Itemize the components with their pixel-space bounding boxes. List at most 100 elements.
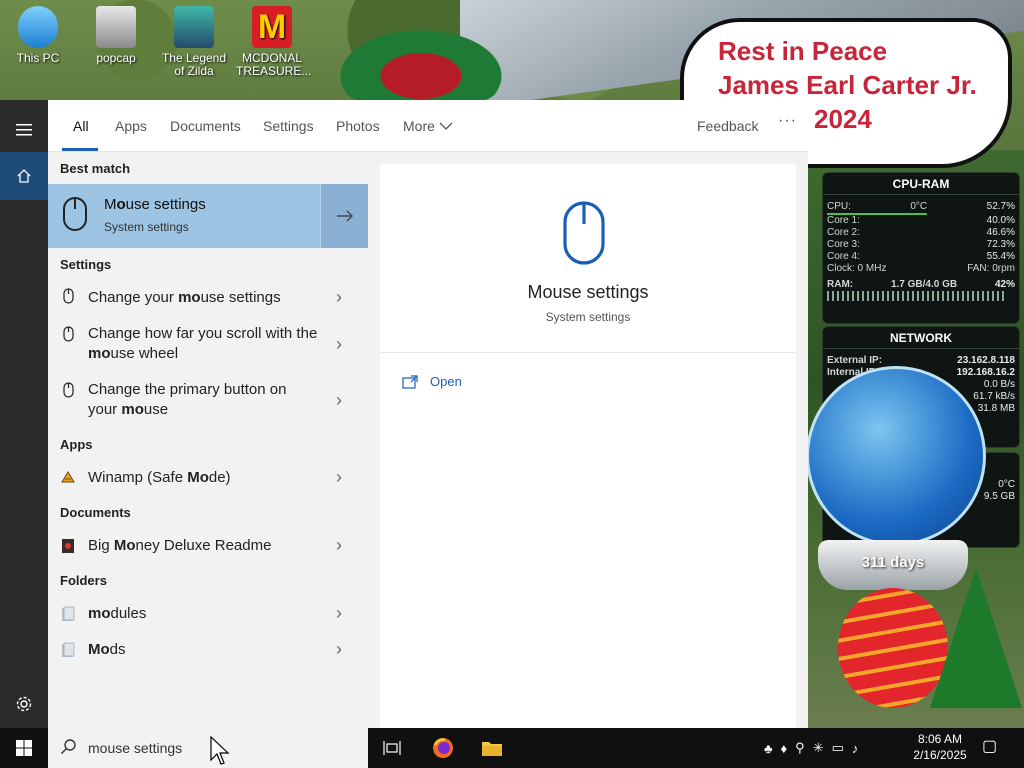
winamp-icon xyxy=(60,470,76,486)
volume-icon[interactable]: ♪ xyxy=(852,741,859,756)
core-label: Core 2: xyxy=(827,227,860,238)
firefox-taskbar-button[interactable] xyxy=(428,728,458,768)
folders-header: Folders xyxy=(60,573,107,588)
open-details-button[interactable] xyxy=(320,184,368,248)
search-query: mouse settings xyxy=(88,740,183,756)
label-match: Mo xyxy=(88,641,110,658)
tab-all[interactable]: All xyxy=(73,118,89,134)
search-panel: All Apps Documents Settings Photos More … xyxy=(48,100,808,728)
label-part: Winamp (Safe xyxy=(88,469,188,486)
fan-label: FAN: 0rpm xyxy=(967,263,1015,274)
list-item[interactable]: Change the primary button on your mouse … xyxy=(48,380,368,420)
cpu-label: CPU: xyxy=(827,201,851,212)
label-part: Change how far you scroll with the xyxy=(88,325,318,342)
internal-ip-value: 192.168.16.2 xyxy=(956,367,1015,378)
cpu-value: 52.7% xyxy=(986,201,1015,212)
external-ip-label: External IP: xyxy=(827,355,883,366)
network-title: NETWORK xyxy=(823,327,1019,349)
clock-date: 2/16/2025 xyxy=(913,748,967,762)
search-input[interactable]: mouse settings xyxy=(48,728,368,768)
home-button[interactable] xyxy=(0,152,48,200)
hamburger-icon xyxy=(16,124,32,136)
firefox-icon xyxy=(433,738,453,758)
people-icon[interactable]: ♣ xyxy=(764,741,773,756)
folder-icon xyxy=(482,742,502,756)
result-label: Change how far you scroll with the mouse… xyxy=(88,324,318,364)
upload-rate: 61.7 kB/s xyxy=(973,391,1015,402)
home-icon xyxy=(17,169,31,183)
tab-apps[interactable]: Apps xyxy=(115,118,147,134)
chevron-right-icon: › xyxy=(336,287,342,307)
label-part: use settings xyxy=(200,289,281,306)
gear-icon xyxy=(16,696,32,712)
hamburger-menu-button[interactable] xyxy=(0,106,48,154)
list-item[interactable]: Change your mouse settings › xyxy=(48,287,368,308)
mouse-icon xyxy=(60,382,76,398)
result-label: Change your mouse settings xyxy=(88,288,318,308)
apps-header: Apps xyxy=(60,437,93,452)
file-explorer-button[interactable] xyxy=(478,728,506,768)
mcdonalds-logo-icon: M xyxy=(252,6,292,48)
taskbar: mouse settings ♣ ♦ ⚲ ✳ ▭ ♪ 8:06 AM 2/16/… xyxy=(0,728,1024,768)
snowflake-icon[interactable]: ✳ xyxy=(813,740,824,756)
open-window-icon xyxy=(402,374,418,389)
desktop-icon-label: The Legend of Zilda xyxy=(161,51,227,78)
list-item[interactable]: Mods › xyxy=(48,639,368,660)
folder-shortcut-icon xyxy=(96,6,136,48)
tab-documents[interactable]: Documents xyxy=(170,118,241,134)
settings-header: Settings xyxy=(60,257,112,272)
clock[interactable]: 8:06 AM 2/16/2025 xyxy=(900,731,980,763)
list-item[interactable]: modules › xyxy=(48,603,368,624)
search-tool-icon[interactable]: ⚲ xyxy=(795,740,805,756)
christmas-tree-icon xyxy=(930,568,1022,708)
tab-photos[interactable]: Photos xyxy=(336,118,380,134)
desktop-icon-this-pc[interactable]: This PC xyxy=(2,6,74,65)
folder-icon xyxy=(60,606,76,622)
chevron-right-icon: › xyxy=(336,334,342,354)
title-match: o xyxy=(116,196,126,213)
desktop-icon-mcdonald-treasure[interactable]: M MCDONAL TREASURE... xyxy=(236,6,312,78)
tab-settings[interactable]: Settings xyxy=(263,118,314,134)
preview-pane: Mouse settings System settings Open xyxy=(380,164,796,728)
list-item[interactable]: Winamp (Safe Mode) › xyxy=(48,467,368,488)
tab-more[interactable]: More xyxy=(403,118,453,134)
core-value: 55.4% xyxy=(986,251,1015,262)
start-button[interactable] xyxy=(0,728,48,768)
cpu-ram-widget: CPU-RAM CPU: 0°C 52.7% Core 1: 40.0% Core 2… xyxy=(822,172,1020,324)
search-tabs: All Apps Documents Settings Photos More … xyxy=(48,100,808,152)
tab-more-label: More xyxy=(403,118,435,134)
result-label: Change the primary button on your mouse xyxy=(88,380,318,420)
desktop-icon-label: MCDONAL TREASURE... xyxy=(236,51,312,78)
mouse-icon xyxy=(60,326,76,342)
mouse-icon xyxy=(60,288,76,304)
task-view-button[interactable] xyxy=(378,728,406,768)
more-options-button[interactable]: ··· xyxy=(778,112,797,130)
open-action[interactable]: Open xyxy=(402,374,462,389)
core-label: Core 1: xyxy=(827,215,860,226)
network-icon[interactable]: ▭ xyxy=(832,740,844,756)
search-icon xyxy=(61,739,76,754)
label-part: Change your xyxy=(88,289,179,306)
best-match-item[interactable]: Mouse settings System settings xyxy=(48,184,320,248)
rip-line-2: James Earl Carter Jr. xyxy=(718,70,977,100)
start-sidebar xyxy=(0,100,48,728)
arrow-right-icon xyxy=(336,210,353,222)
desktop-icon-label: popcap xyxy=(96,51,136,65)
external-ip-value: 23.162.8.118 xyxy=(957,355,1015,366)
label-part: Big xyxy=(88,537,114,554)
cpu-ram-title: CPU-RAM xyxy=(823,173,1019,195)
list-item[interactable]: Big Money Deluxe Readme › xyxy=(48,535,368,556)
feedback-link[interactable]: Feedback xyxy=(697,118,758,134)
notification-icon[interactable]: ▢ xyxy=(982,736,997,756)
chevron-right-icon: › xyxy=(336,467,342,487)
dropbox-icon[interactable]: ♦ xyxy=(781,741,788,756)
core-value: 40.0% xyxy=(986,215,1015,226)
list-item[interactable]: Change how far you scroll with the mouse… xyxy=(48,324,368,364)
desktop-icon-legend-of-zilda[interactable]: The Legend of Zilda xyxy=(158,6,230,78)
desktop-icon-popcap[interactable]: popcap xyxy=(80,6,152,65)
core-value: 72.3% xyxy=(986,239,1015,250)
active-tab-indicator xyxy=(62,148,98,151)
result-label: Big Money Deluxe Readme xyxy=(88,536,318,556)
settings-button[interactable] xyxy=(0,680,48,728)
label-part: ney Deluxe Readme xyxy=(135,537,272,554)
